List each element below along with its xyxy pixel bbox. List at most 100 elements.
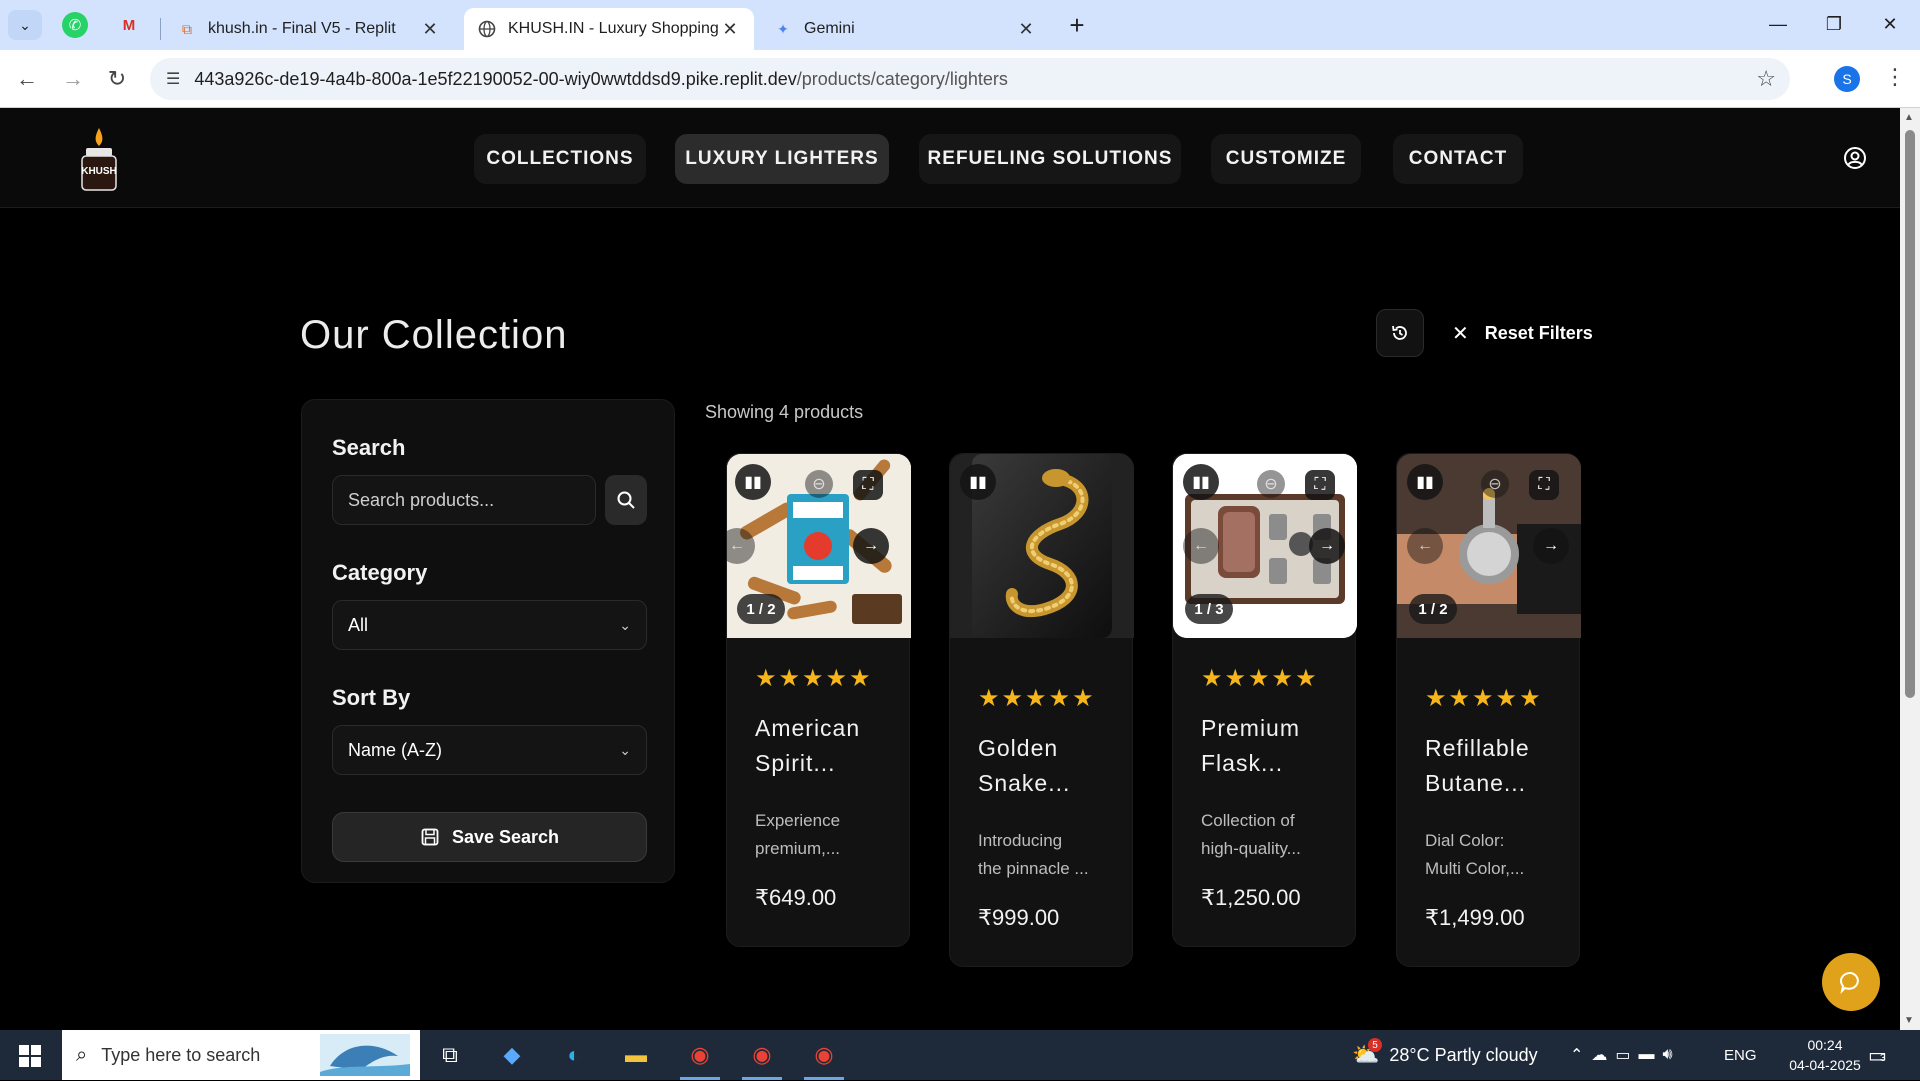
fullscreen-button[interactable]: ⛶ <box>1529 470 1559 500</box>
forward-button[interactable]: → <box>56 62 90 96</box>
reload-button[interactable]: ↻ <box>100 62 134 96</box>
scroll-up-icon[interactable]: ▲ <box>1904 112 1914 123</box>
fullscreen-button[interactable]: ⛶ <box>1305 470 1335 500</box>
zoom-out-icon: ⊖ <box>812 476 826 493</box>
zoom-out-button[interactable]: ⊖ <box>1257 470 1285 498</box>
gmail-pinned-tab[interactable]: M <box>116 12 142 38</box>
scroll-down-icon[interactable]: ▼ <box>1904 1015 1914 1026</box>
scrollbar-thumb[interactable] <box>1905 130 1915 698</box>
file-explorer-icon[interactable]: ▬ <box>620 1039 652 1071</box>
bookmark-star-icon[interactable]: ☆ <box>1756 66 1776 92</box>
network-icon[interactable]: ▭ <box>1615 1045 1638 1065</box>
product-name[interactable]: Golden Snake... <box>978 731 1118 801</box>
compare-button[interactable]: ▮▮ <box>1183 464 1219 500</box>
tab-gemini[interactable]: ✦ Gemini ✕ <box>760 8 1050 50</box>
next-image-button[interactable]: → <box>853 528 889 564</box>
search-history-button[interactable] <box>1376 309 1424 357</box>
search-input[interactable] <box>332 475 596 525</box>
search-icon <box>617 491 635 509</box>
product-desc-line: the pinnacle ... <box>978 859 1089 878</box>
product-price: ₹1,250.00 <box>1201 885 1301 910</box>
chevron-up-icon[interactable]: ⌃ <box>1570 1045 1591 1065</box>
product-card[interactable]: ▮▮ ★★★★★ Golden Snake... Introducing the p… <box>949 453 1134 967</box>
language-indicator[interactable]: ENG <box>1724 1030 1757 1080</box>
chrome-icon[interactable]: ◉ <box>684 1039 716 1071</box>
volume-icon[interactable]: 🔊︎ <box>1663 1046 1681 1064</box>
nav-customize[interactable]: CUSTOMIZE <box>1211 134 1361 184</box>
product-name[interactable]: American Spirit... <box>755 711 895 781</box>
chat-icon <box>1840 971 1859 995</box>
notifications-button[interactable]: ▭ 3 <box>1868 1030 1887 1080</box>
weather-widget[interactable]: ⛅ 5 28°C Partly cloudy <box>1352 1030 1538 1080</box>
khush-logo[interactable]: KHUSH <box>74 126 124 192</box>
address-bar[interactable]: ☰ 443a926c-de19-4a4b-800a-1e5f22190052-0… <box>150 58 1790 100</box>
product-card[interactable]: ▮▮ ⊖ ⛶ ← → 1 / 2 ★★★★★ Refillable Butane.… <box>1396 453 1581 967</box>
sort-select[interactable]: Name (A-Z) ⌄ <box>332 725 647 775</box>
product-desc-line: premium,... <box>755 839 841 858</box>
minimize-button[interactable]: — <box>1750 6 1806 42</box>
zoom-out-button[interactable]: ⊖ <box>805 470 833 498</box>
system-tray-icons[interactable]: ⌃ ☁ ▭ ▬ 🔊︎ <box>1570 1030 1681 1080</box>
compare-button[interactable]: ▮▮ <box>960 464 996 500</box>
tab-replit[interactable]: ⧉ khush.in - Final V5 - Replit ✕ <box>164 8 454 50</box>
zoom-out-button[interactable]: ⊖ <box>1481 470 1509 498</box>
prev-image-button[interactable]: ← <box>1183 528 1219 564</box>
product-image[interactable]: ▮▮ ⊖ ⛶ ← → 1 / 3 <box>1173 454 1357 638</box>
cloud-icon[interactable]: ☁ <box>1591 1045 1615 1065</box>
task-view-icon[interactable]: ⧉ <box>434 1039 466 1071</box>
whatsapp-pinned-tab[interactable]: ✆ <box>62 12 88 38</box>
compare-button[interactable]: ▮▮ <box>1407 464 1443 500</box>
product-image[interactable]: ▮▮ <box>950 454 1134 638</box>
product-image[interactable]: ▮▮ ⊖ ⛶ ← → 1 / 2 <box>727 454 911 638</box>
close-icon[interactable]: ✕ <box>420 19 440 40</box>
nav-collections[interactable]: COLLECTIONS <box>474 134 646 184</box>
category-label: Category <box>332 560 428 585</box>
arrow-left-icon: ← <box>1193 537 1209 554</box>
back-button[interactable]: ← <box>10 62 44 96</box>
reset-filters-button[interactable]: ✕ Reset Filters <box>1452 318 1593 348</box>
next-image-button[interactable]: → <box>1309 528 1345 564</box>
close-window-button[interactable]: ✕ <box>1862 6 1918 42</box>
nav-contact[interactable]: CONTACT <box>1393 134 1523 184</box>
weather-icon: ⛅ 5 <box>1352 1038 1382 1068</box>
product-card[interactable]: ▮▮ ⊖ ⛶ ← → 1 / 2 ★★★★★ American Spirit...… <box>726 453 911 947</box>
product-price: ₹649.00 <box>755 885 837 910</box>
product-name-line: Refillable <box>1425 735 1530 761</box>
page-scrollbar[interactable]: ▲ ▼ <box>1900 108 1920 1030</box>
product-name[interactable]: Refillable Butane... <box>1425 731 1565 801</box>
taskbar-search[interactable]: ⌕ Type here to search <box>62 1030 420 1080</box>
profile-avatar[interactable]: S <box>1834 66 1860 92</box>
chrome-icon[interactable]: ◉ <box>746 1039 778 1071</box>
copilot-icon[interactable]: ◆ <box>496 1039 528 1071</box>
compare-button[interactable]: ▮▮ <box>735 464 771 500</box>
edge-icon[interactable]: ◐ <box>558 1039 590 1071</box>
chrome-icon[interactable]: ◉ <box>808 1039 840 1071</box>
product-image[interactable]: ▮▮ ⊖ ⛶ ← → 1 / 2 <box>1397 454 1581 638</box>
windows-start-icon[interactable] <box>18 1044 42 1068</box>
browser-menu-icon[interactable]: ⋮ <box>1884 64 1906 90</box>
tab-title: KHUSH.IN - Luxury Shopping Ex <box>508 20 720 37</box>
product-card[interactable]: ▮▮ ⊖ ⛶ ← → 1 / 3 ★★★★★ Premium Flask... C… <box>1172 453 1357 947</box>
save-search-button[interactable]: Save Search <box>332 812 647 862</box>
fullscreen-button[interactable]: ⛶ <box>853 470 883 500</box>
product-name[interactable]: Premium Flask... <box>1201 711 1341 781</box>
tab-khush[interactable]: KHUSH.IN - Luxury Shopping Ex ✕ <box>464 8 754 50</box>
search-submit-button[interactable] <box>605 475 647 525</box>
battery-icon[interactable]: ▬ <box>1639 1046 1663 1064</box>
nav-refueling-solutions[interactable]: REFUELING SOLUTIONS <box>919 134 1181 184</box>
tab-search-button[interactable]: ⌄ <box>8 10 42 40</box>
user-account-icon[interactable] <box>1843 146 1867 170</box>
chat-button[interactable] <box>1822 953 1880 1011</box>
close-icon[interactable]: ✕ <box>720 19 740 40</box>
prev-image-button[interactable]: ← <box>1407 528 1443 564</box>
gemini-icon: ✦ <box>777 20 789 37</box>
site-info-icon[interactable]: ☰ <box>166 69 180 89</box>
new-tab-button[interactable]: + <box>1062 10 1092 40</box>
close-icon[interactable]: ✕ <box>1016 19 1036 40</box>
zoom-out-icon: ⊖ <box>1488 476 1502 493</box>
clock[interactable]: 00:24 04-04-2025 <box>1770 1030 1880 1080</box>
next-image-button[interactable]: → <box>1533 528 1569 564</box>
restore-button[interactable]: ❐ <box>1806 6 1862 42</box>
nav-luxury-lighters[interactable]: LUXURY LIGHTERS <box>675 134 889 184</box>
category-select[interactable]: All ⌄ <box>332 600 647 650</box>
